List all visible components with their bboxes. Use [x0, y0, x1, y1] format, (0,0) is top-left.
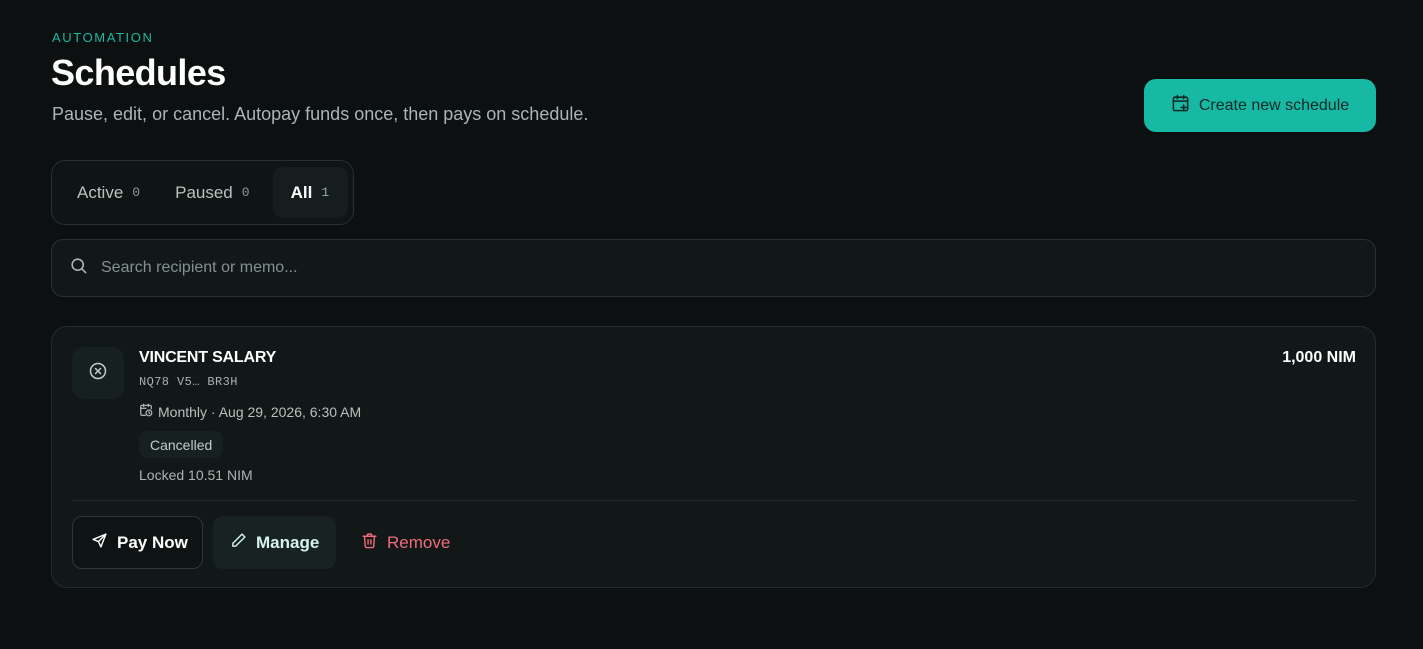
create-schedule-button[interactable]: Create new schedule — [1144, 79, 1376, 132]
remove-label: Remove — [387, 532, 451, 552]
manage-button[interactable]: Manage — [213, 516, 336, 569]
schedule-card: VINCENT SALARY NQ78 V5… BR3H 1,000 NIM M… — [51, 326, 1376, 588]
tab-label: Active — [77, 182, 124, 202]
recipient-address: NQ78 V5… BR3H — [139, 375, 238, 389]
tab-count: 0 — [241, 185, 250, 200]
tab-label: Paused — [175, 182, 233, 202]
tab-count: 1 — [321, 185, 330, 200]
x-circle-icon — [88, 361, 108, 386]
pay-now-label: Pay Now — [117, 532, 188, 552]
tab-paused[interactable]: Paused 0 — [153, 167, 262, 218]
tab-active[interactable]: Active 0 — [58, 167, 153, 218]
calendar-clock-icon — [139, 403, 153, 420]
manage-label: Manage — [256, 532, 320, 552]
schedule-frequency: Monthly · Aug 29, 2026, 6:30 AM — [139, 403, 361, 420]
trash-icon — [361, 532, 378, 554]
search-icon — [69, 256, 88, 280]
tab-count: 0 — [132, 185, 141, 200]
schedules-page: AUTOMATION Schedules Pause, edit, or can… — [0, 0, 1423, 649]
section-eyebrow: AUTOMATION — [52, 30, 154, 45]
create-schedule-label: Create new schedule — [1198, 96, 1350, 114]
calendar-plus-icon — [1171, 94, 1190, 118]
remove-button[interactable]: Remove — [346, 516, 450, 569]
card-divider — [72, 500, 1356, 501]
page-subtitle: Pause, edit, or cancel. Autopay funds on… — [52, 104, 589, 124]
pencil-icon — [230, 532, 247, 554]
status-filter-tabs: Active 0 Paused 0 All 1 — [51, 160, 354, 225]
locked-amount: Locked 10.51 NIM — [139, 467, 253, 483]
status-badge: Cancelled — [139, 431, 224, 458]
page-title: Schedules — [51, 52, 226, 93]
status-icon-tile — [72, 347, 124, 399]
tab-label: All — [290, 182, 313, 202]
tab-all[interactable]: All 1 — [272, 167, 349, 218]
recipient-name: VINCENT SALARY — [139, 349, 277, 366]
search-input[interactable] — [101, 259, 1375, 277]
send-icon — [91, 532, 108, 554]
search-box — [51, 239, 1376, 297]
card-actions: Pay Now Manage Remove — [72, 516, 450, 569]
schedule-amount: 1,000 NIM — [1282, 349, 1356, 366]
pay-now-button[interactable]: Pay Now — [72, 516, 203, 569]
frequency-text: Monthly · Aug 29, 2026, 6:30 AM — [158, 403, 362, 420]
